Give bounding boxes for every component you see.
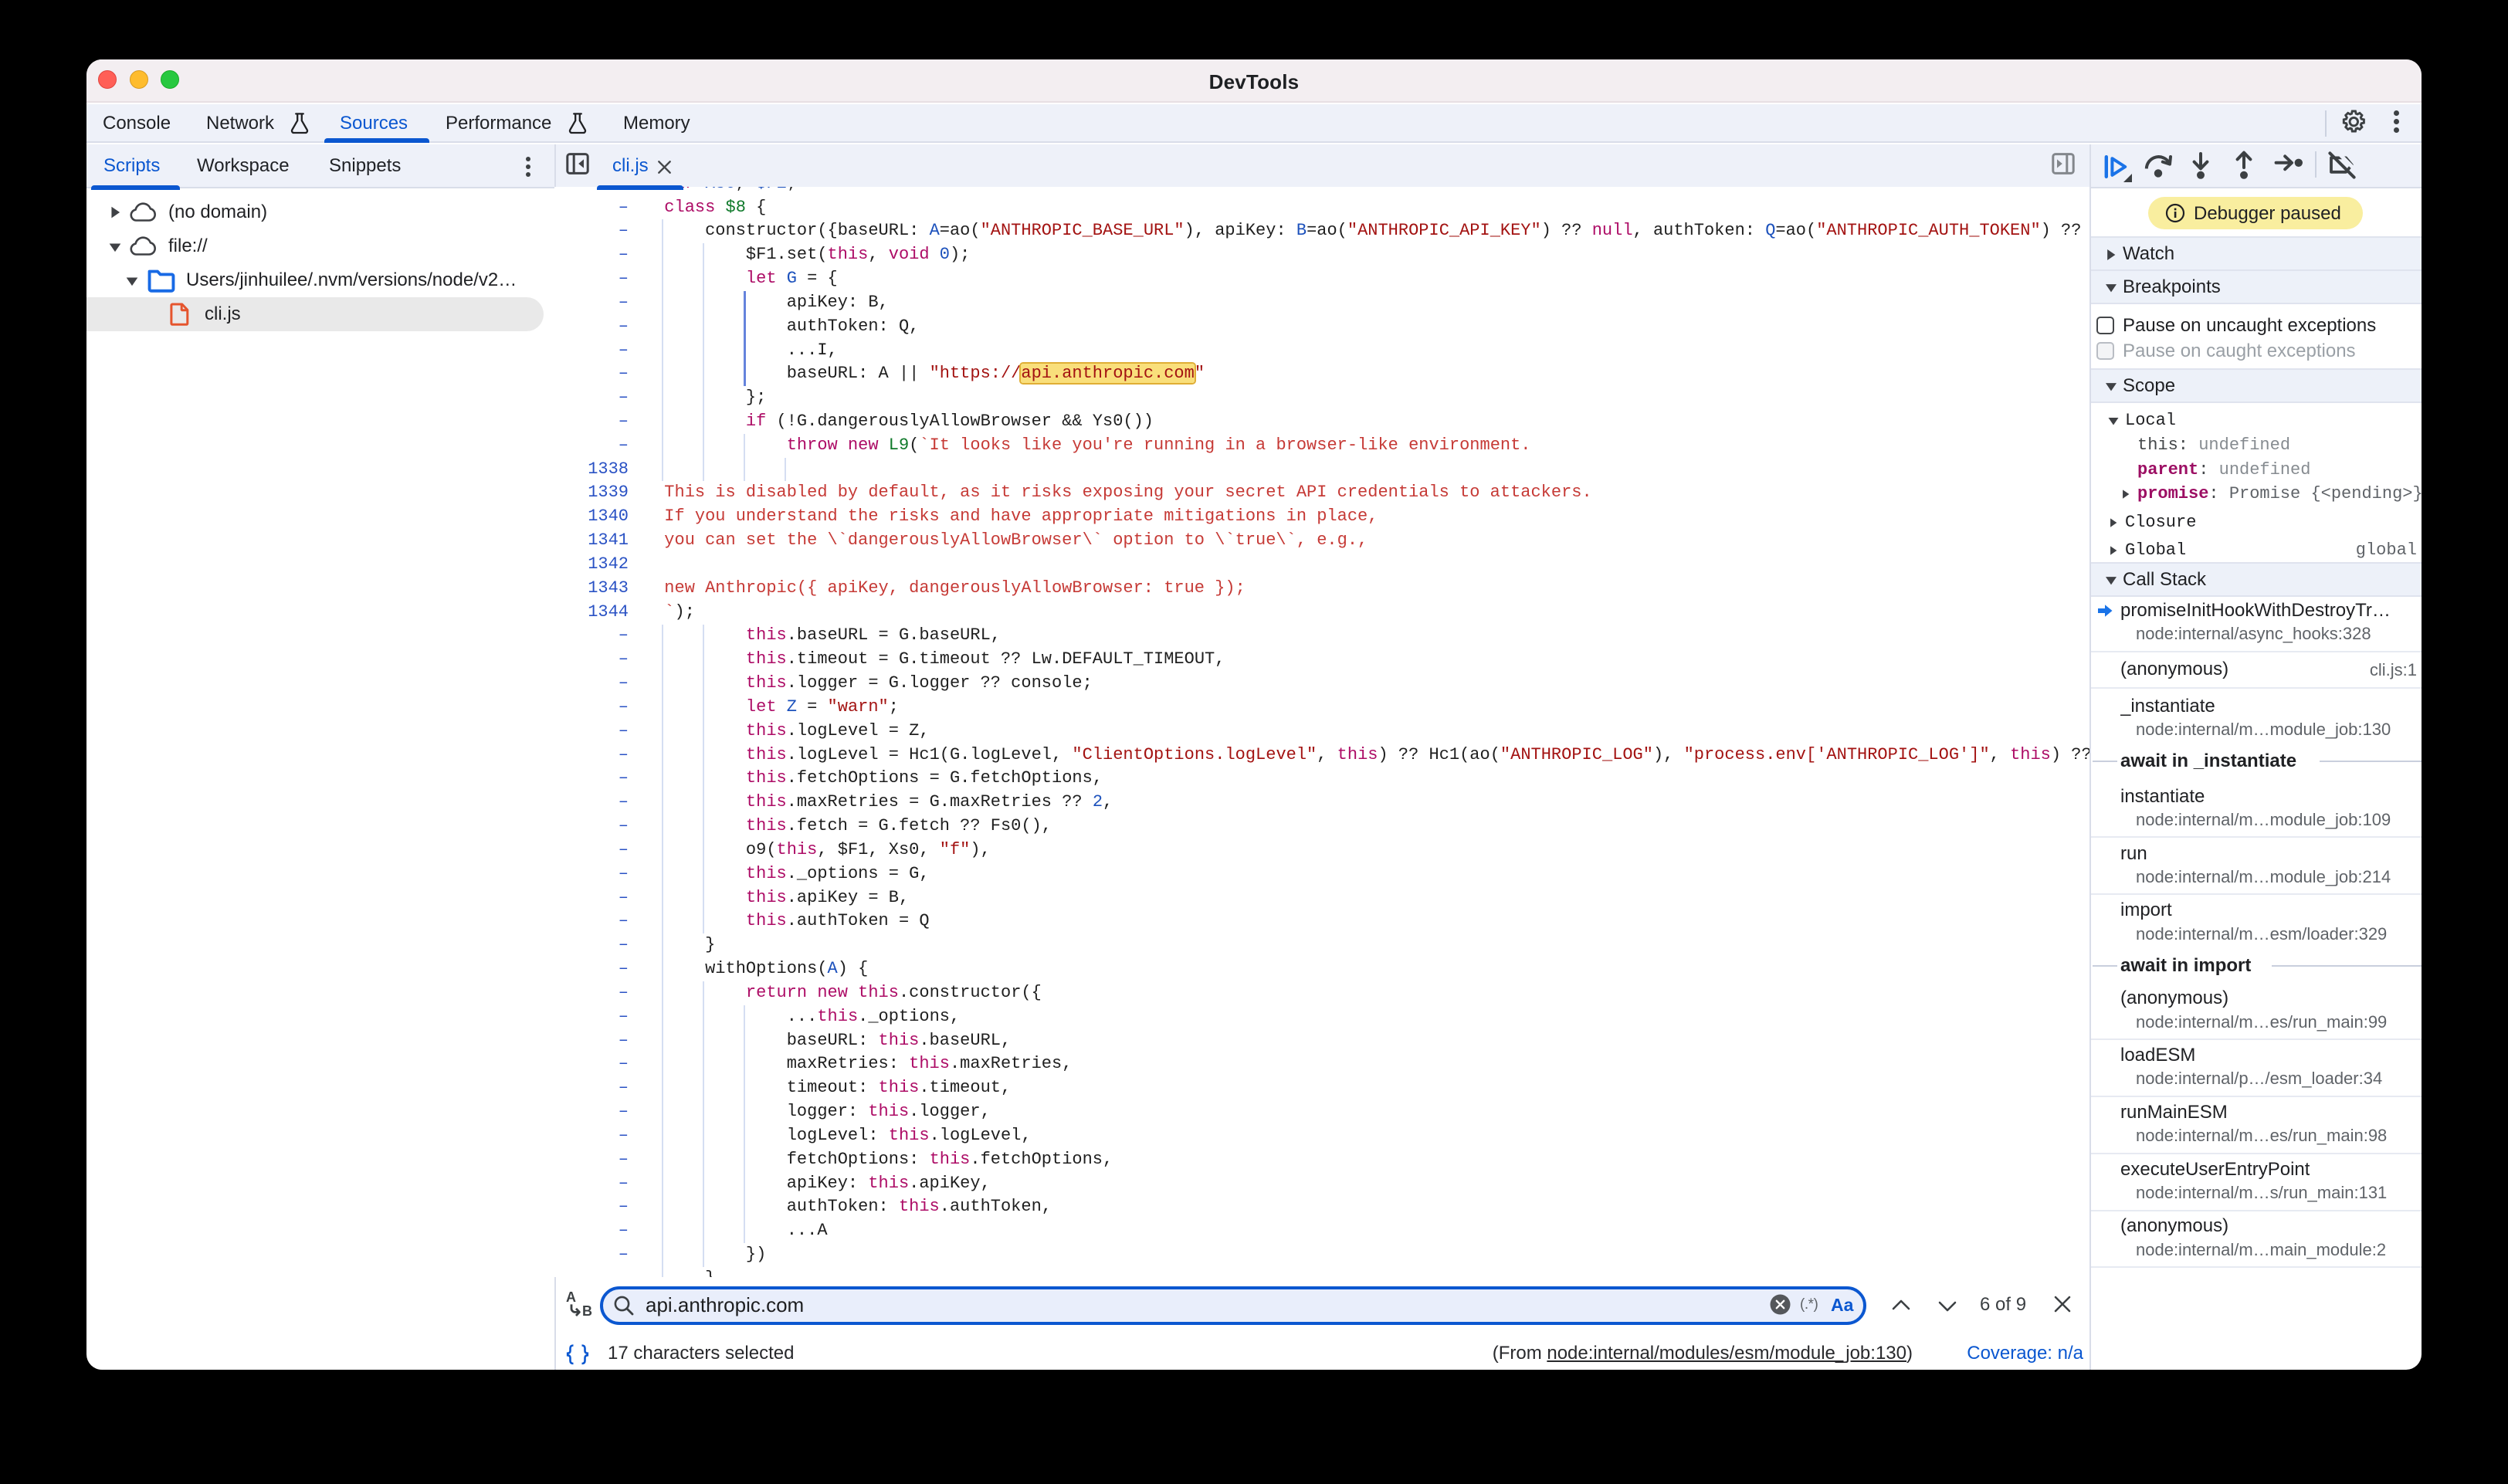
svg-text:A: A: [566, 1290, 576, 1305]
svg-text:B: B: [582, 1303, 592, 1318]
